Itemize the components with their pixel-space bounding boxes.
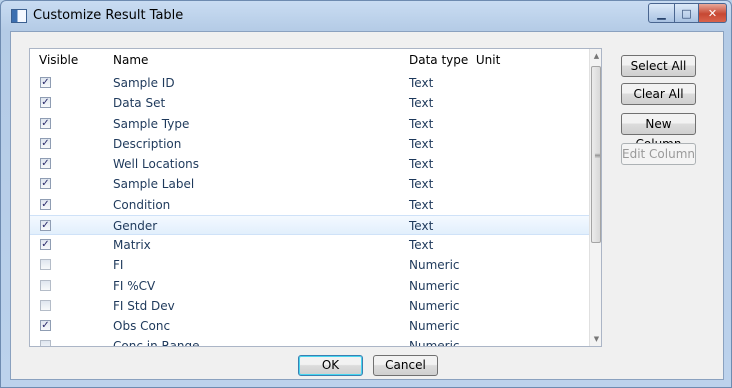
column-name: Conc in Range [113,339,200,347]
data-type: Text [409,177,434,192]
visible-checkbox[interactable]: ✓ [40,239,51,250]
visible-checkbox[interactable]: ✓ [40,178,51,190]
dialog-window: Customize Result Table ▁ □ ✕ Visible Nam… [0,0,732,388]
column-name: Condition [113,197,171,212]
column-list[interactable]: Visible Name Data type Unit ✓ Sample ID Te… [29,48,602,347]
table-row[interactable]: ✓ Condition Text [30,195,589,215]
visible-checkbox[interactable] [40,340,51,346]
data-type: Text [409,197,434,212]
close-icon: ✕ [707,6,718,20]
edit-column-button[interactable]: Edit Column [621,143,696,165]
column-name: Gender [113,218,158,233]
data-type: Numeric [409,298,460,313]
data-type: Numeric [409,258,460,273]
column-name: Sample Label [113,177,195,192]
scroll-up-icon[interactable]: ▲ [590,49,601,63]
clear-all-button[interactable]: Clear All [621,83,696,105]
ok-button[interactable]: OK [298,355,363,376]
minimize-icon: ▁ [657,6,666,20]
vertical-scrollbar[interactable]: ▲ ≡ ▼ [589,49,601,346]
minimize-button[interactable]: ▁ [648,3,675,23]
app-icon [11,9,27,23]
maximize-button[interactable]: □ [674,3,699,23]
maximize-icon: □ [681,6,692,20]
visible-checkbox[interactable]: ✓ [40,198,51,210]
table-row[interactable]: ✓ Obs Conc Numeric [30,316,589,336]
list-header: Visible Name Data type Unit [30,49,589,73]
visible-checkbox[interactable] [40,259,51,271]
column-name: Obs Conc [113,319,171,333]
data-type: Numeric [409,339,460,347]
table-row[interactable]: ✓ Matrix Text [30,235,589,255]
table-row[interactable]: FI Std Dev Numeric [30,296,589,316]
visible-checkbox[interactable] [40,299,51,311]
close-button[interactable]: ✕ [698,3,727,23]
scroll-down-icon[interactable]: ▼ [590,332,601,346]
data-type: Text [409,218,434,233]
table-row[interactable]: FI Numeric [30,255,589,275]
new-column-button[interactable]: New Column [621,113,696,151]
grip-icon: ≡ [594,151,601,160]
visible-checkbox[interactable] [40,279,51,291]
dialog-title: Customize Result Table [33,8,184,23]
data-type: Text [409,116,434,131]
data-type: Numeric [409,278,460,293]
column-name: FI [113,258,124,273]
visible-checkbox[interactable]: ✓ [40,77,51,88]
table-row[interactable]: FI %CV Numeric [30,276,589,296]
column-name: Data Set [113,96,166,111]
list-rows: ✓ Sample ID Text ✓ Data Set Text ✓ Sample Type T… [30,73,589,347]
visible-checkbox[interactable]: ✓ [40,117,51,129]
table-row[interactable]: ✓ Well Locations Text [30,154,589,174]
data-type: Text [409,136,434,151]
select-all-button[interactable]: Select All [621,55,696,77]
data-type: Text [409,96,434,111]
dialog-body: Visible Name Data type Unit ✓ Sample ID Te… [10,31,724,380]
column-name: Sample ID [113,76,175,90]
table-row[interactable]: ✓ Sample ID Text [30,73,589,93]
column-name: FI %CV [113,278,156,293]
table-row[interactable]: ✓ Gender Text [30,214,589,235]
header-data-type-unit[interactable]: Data type Unit [409,53,500,67]
cancel-button[interactable]: Cancel [373,355,438,376]
table-row[interactable]: ✓ Data Set Text [30,93,589,113]
visible-checkbox[interactable]: ✓ [40,219,51,231]
column-name: Well Locations [113,157,200,171]
data-type: Numeric [409,319,460,333]
visible-checkbox[interactable]: ✓ [40,97,51,109]
header-name[interactable]: Name [113,53,148,67]
table-row[interactable]: ✓ Description Text [30,134,589,154]
column-name: Description [113,136,182,151]
data-type: Text [409,238,434,252]
visible-checkbox[interactable]: ✓ [40,137,51,149]
data-type: Text [409,157,434,171]
column-name: FI Std Dev [113,298,175,313]
header-visible[interactable]: Visible [39,53,78,67]
column-name: Matrix [113,238,151,252]
data-type: Text [409,76,434,90]
column-name: Sample Type [113,116,190,131]
table-row[interactable]: ✓ Sample Type Text [30,114,589,134]
visible-checkbox[interactable]: ✓ [40,158,51,169]
table-row[interactable]: ✓ Sample Label Text [30,174,589,194]
title-bar[interactable]: Customize Result Table ▁ □ ✕ [1,1,731,31]
visible-checkbox[interactable]: ✓ [40,320,51,331]
table-row[interactable]: Conc in Range Numeric [30,336,589,347]
scroll-thumb[interactable]: ≡ [591,66,601,243]
